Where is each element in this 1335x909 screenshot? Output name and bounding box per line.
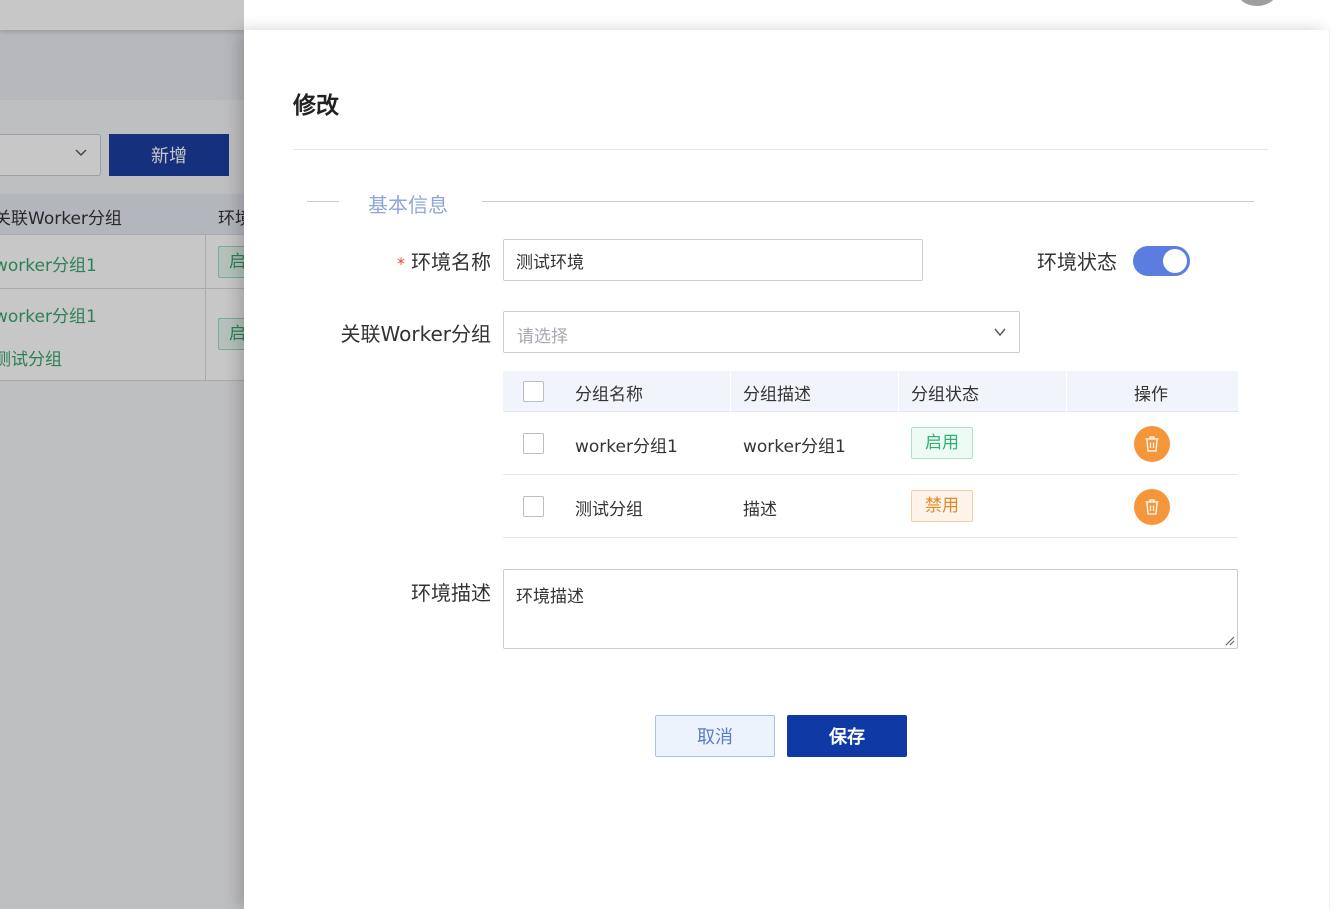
status-badge: 启用 [911, 427, 973, 459]
worker-group-select[interactable]: 请选择 [503, 311, 1020, 353]
scrollbar[interactable] [1329, 30, 1335, 909]
env-status-switch[interactable] [1133, 246, 1190, 276]
trash-icon [1145, 436, 1159, 452]
table-row: 测试分组 描述 禁用 [503, 475, 1238, 538]
status-badge: 禁用 [911, 490, 973, 522]
worker-group-label: 关联Worker分组 [340, 322, 491, 346]
required-mark: * [397, 254, 405, 273]
select-placeholder: 请选择 [517, 327, 568, 347]
divider [293, 149, 1268, 150]
chevron-down-icon [994, 328, 1006, 337]
env-desc-textarea[interactable]: 环境描述 [503, 569, 1238, 649]
group-table-header: 分组名称 分组描述 分组状态 操作 [503, 371, 1238, 412]
env-desc-label: 环境描述 [411, 581, 491, 605]
divider [307, 201, 339, 202]
header-group-name: 分组名称 [575, 385, 643, 405]
group-name-cell: 测试分组 [575, 500, 643, 520]
header-action: 操作 [1134, 385, 1168, 405]
avatar[interactable] [1237, 0, 1277, 6]
delete-button[interactable] [1134, 426, 1170, 462]
table-row: worker分组1 worker分组1 启用 [503, 412, 1238, 475]
env-name-input[interactable] [503, 239, 923, 281]
drawer-title: 修改 [293, 93, 339, 119]
select-all-checkbox[interactable] [523, 381, 544, 402]
divider [482, 201, 1254, 202]
group-desc-cell: 描述 [743, 500, 777, 520]
row-checkbox[interactable] [523, 496, 544, 517]
trash-icon [1145, 499, 1159, 515]
modal-mask[interactable] [0, 0, 244, 909]
save-button[interactable]: 保存 [787, 715, 907, 757]
group-name-cell: worker分组1 [575, 437, 678, 457]
section-title: 基本信息 [368, 193, 448, 217]
cancel-button[interactable]: 取消 [655, 715, 775, 757]
edit-drawer: 修改 基本信息 *环境名称 环境状态 关联Worker分组 请选择 分组名称 分… [244, 30, 1329, 909]
resize-grip-icon[interactable] [1223, 634, 1235, 646]
row-checkbox[interactable] [523, 433, 544, 454]
header-group-desc: 分组描述 [743, 385, 811, 405]
group-desc-cell: worker分组1 [743, 437, 846, 457]
group-table: 分组名称 分组描述 分组状态 操作 worker分组1 worker分组1 启用… [503, 371, 1238, 538]
env-name-label: * 环境名称 [397, 250, 491, 274]
switch-knob [1163, 249, 1187, 273]
delete-button[interactable] [1134, 489, 1170, 525]
header-group-status: 分组状态 [911, 385, 979, 405]
env-status-label: 环境状态 [1037, 250, 1117, 274]
